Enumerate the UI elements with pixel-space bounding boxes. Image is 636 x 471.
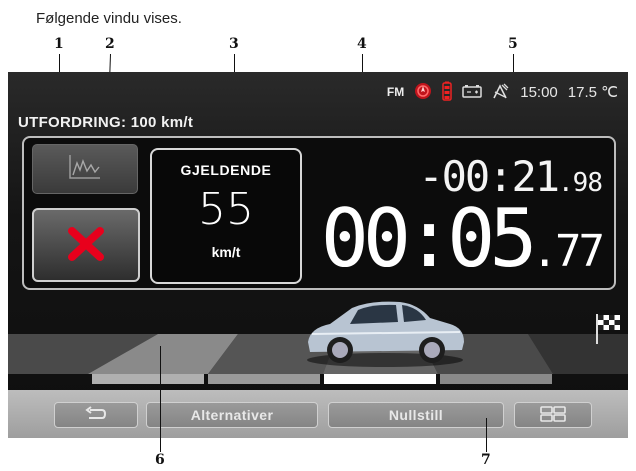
- caption: Følgende vindu vises.: [36, 10, 182, 27]
- radio-source-label: FM: [386, 85, 405, 99]
- elapsed-time-main: 00:05: [320, 192, 538, 285]
- progress-segment-1: [92, 374, 204, 384]
- progress-segment-3: [324, 374, 436, 384]
- cancel-button[interactable]: [32, 208, 140, 282]
- progress-segment-2: [208, 374, 320, 384]
- callout-3: 3: [229, 36, 239, 52]
- finish-flag-icon: [596, 314, 620, 344]
- challenge-title: UTFORDRING: 100 km/t: [18, 114, 194, 131]
- back-arrow-icon: [84, 405, 108, 425]
- clock: 15:00: [520, 83, 558, 101]
- current-speed-unit: km/t: [211, 244, 241, 260]
- status-bar: FM 15:00 17.5 ℃: [387, 80, 618, 104]
- menu-button[interactable]: [514, 402, 592, 428]
- current-speed-label: GJELDENDE: [180, 162, 272, 178]
- timer-panel: GJELDENDE 55 km/t -00:21.98 00:05.77: [22, 136, 616, 290]
- progress-segment-4: [440, 374, 552, 384]
- app-screen: FM 15:00 17.5 ℃ UTFORDRING: 100 km/t GJE…: [8, 72, 628, 438]
- delta-time-fraction: .98: [558, 168, 603, 198]
- current-speed-value: 55: [198, 184, 254, 235]
- callout-line-7: [486, 418, 487, 452]
- callout-4: 4: [357, 36, 367, 52]
- reset-button[interactable]: Nullstill: [328, 402, 504, 428]
- bottom-bar: Alternativer Nullstill: [8, 390, 628, 438]
- phone-battery-icon: [442, 81, 452, 104]
- callout-1: 1: [54, 36, 64, 52]
- back-button[interactable]: [54, 402, 138, 428]
- callout-2: 2: [105, 36, 115, 52]
- current-speed-box: GJELDENDE 55 km/t: [150, 148, 302, 284]
- chart-icon: [67, 153, 103, 186]
- elapsed-time-fraction: .77: [531, 226, 606, 277]
- callout-6: 6: [155, 452, 165, 468]
- car-icon: [307, 301, 464, 367]
- elapsed-time: 00:05.77: [321, 198, 606, 293]
- callout-line-6: [160, 346, 161, 452]
- navigation-icon: [414, 82, 432, 103]
- close-icon: [66, 223, 106, 268]
- callout-7: 7: [481, 452, 491, 468]
- outside-temperature: 17.5 ℃: [567, 84, 618, 101]
- car-battery-icon: [462, 84, 482, 101]
- chart-button[interactable]: [32, 144, 138, 194]
- gps-satellite-icon: [492, 82, 510, 103]
- callout-5: 5: [508, 36, 518, 52]
- grid-icon: [540, 405, 566, 425]
- options-button[interactable]: Alternativer: [146, 402, 318, 428]
